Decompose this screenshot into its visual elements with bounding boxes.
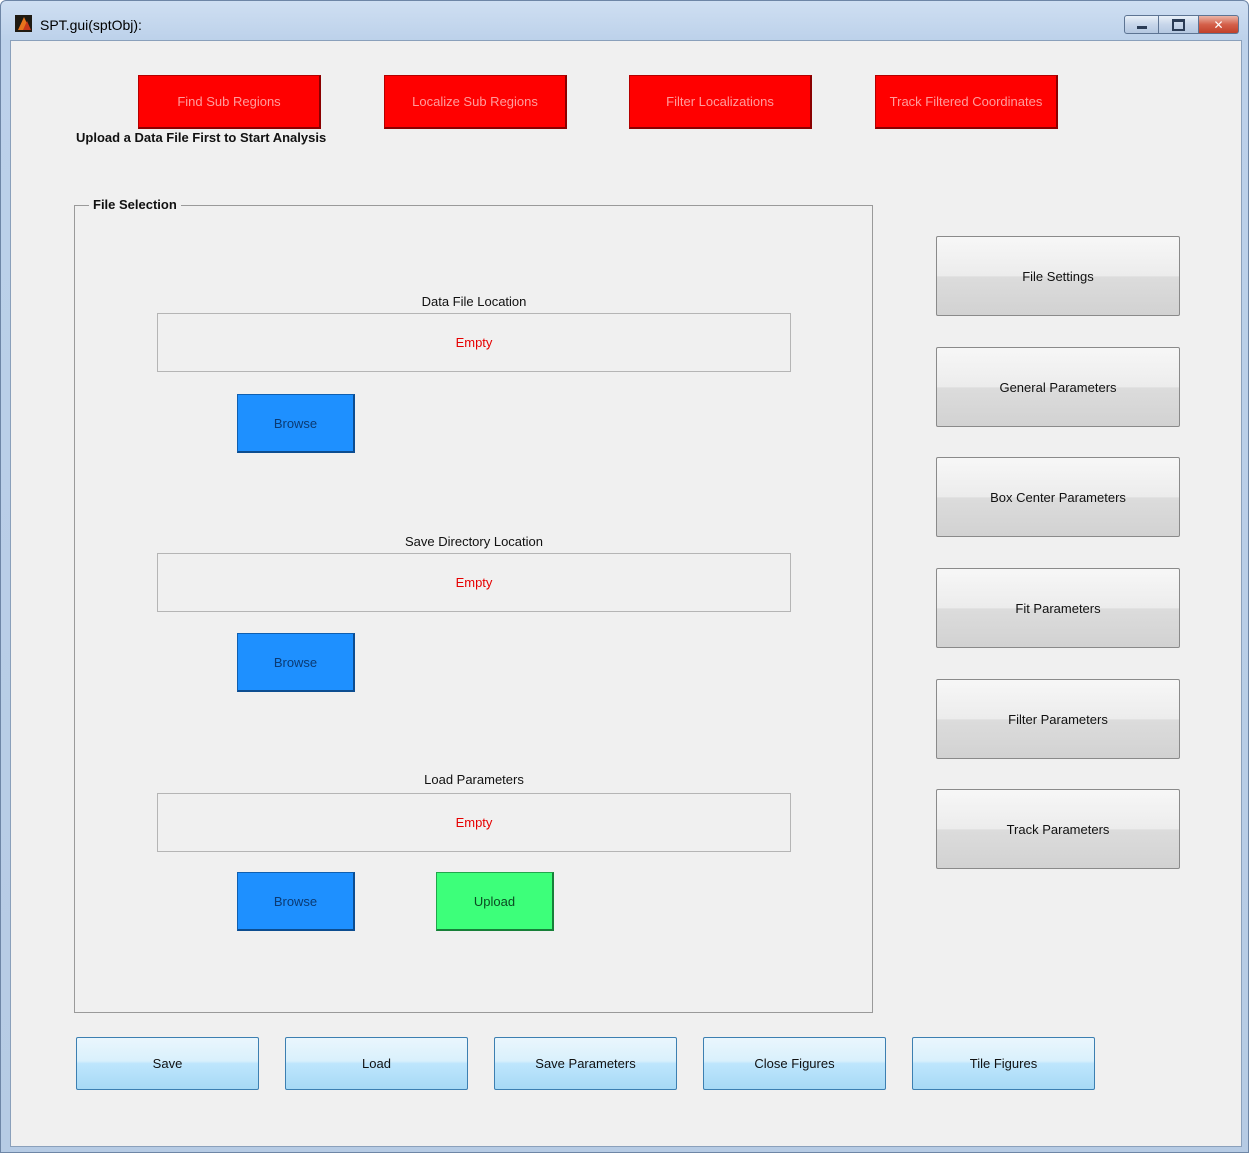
title-bar[interactable]: SPT.gui(sptObj): ✕ <box>1 1 1248 39</box>
data-file-location-label: Data File Location <box>421 294 527 309</box>
app-window: SPT.gui(sptObj): ✕ Find Sub Regions Loca… <box>0 0 1249 1153</box>
save-directory-location-field: Empty <box>157 553 791 612</box>
localize-sub-regions-button[interactable]: Localize Sub Regions <box>384 75 567 129</box>
browse-data-file-button[interactable]: Browse <box>237 394 355 453</box>
load-button[interactable]: Load <box>285 1037 468 1090</box>
tile-figures-button[interactable]: Tile Figures <box>912 1037 1095 1090</box>
data-file-location-field: Empty <box>157 313 791 372</box>
close-icon[interactable]: ✕ <box>1199 15 1239 34</box>
upload-button[interactable]: Upload <box>436 872 554 931</box>
box-center-parameters-button[interactable]: Box Center Parameters <box>936 457 1180 537</box>
figure-client-area: Find Sub Regions Localize Sub Regions Fi… <box>10 40 1242 1147</box>
track-filtered-coordinates-button[interactable]: Track Filtered Coordinates <box>875 75 1058 129</box>
window-title: SPT.gui(sptObj): <box>40 17 142 33</box>
status-message: Upload a Data File First to Start Analys… <box>76 130 327 145</box>
matlab-logo-icon <box>15 15 32 32</box>
load-parameters-label: Load Parameters <box>424 772 524 787</box>
panel-title: File Selection <box>89 197 181 212</box>
file-selection-panel: File Selection Data File Location Empty … <box>74 197 873 1013</box>
minimize-icon[interactable] <box>1124 15 1159 34</box>
browse-save-directory-button[interactable]: Browse <box>237 633 355 692</box>
fit-parameters-button[interactable]: Fit Parameters <box>936 568 1180 648</box>
track-parameters-button[interactable]: Track Parameters <box>936 789 1180 869</box>
filter-localizations-button[interactable]: Filter Localizations <box>629 75 812 129</box>
window-controls: ✕ <box>1124 15 1239 35</box>
save-button[interactable]: Save <box>76 1037 259 1090</box>
close-figures-button[interactable]: Close Figures <box>703 1037 886 1090</box>
save-directory-location-label: Save Directory Location <box>404 534 543 549</box>
maximize-icon[interactable] <box>1159 15 1199 34</box>
general-parameters-button[interactable]: General Parameters <box>936 347 1180 427</box>
load-parameters-field: Empty <box>157 793 791 852</box>
find-sub-regions-button[interactable]: Find Sub Regions <box>138 75 321 129</box>
browse-load-parameters-button[interactable]: Browse <box>237 872 355 931</box>
save-parameters-button[interactable]: Save Parameters <box>494 1037 677 1090</box>
filter-parameters-button[interactable]: Filter Parameters <box>936 679 1180 759</box>
file-settings-button[interactable]: File Settings <box>936 236 1180 316</box>
